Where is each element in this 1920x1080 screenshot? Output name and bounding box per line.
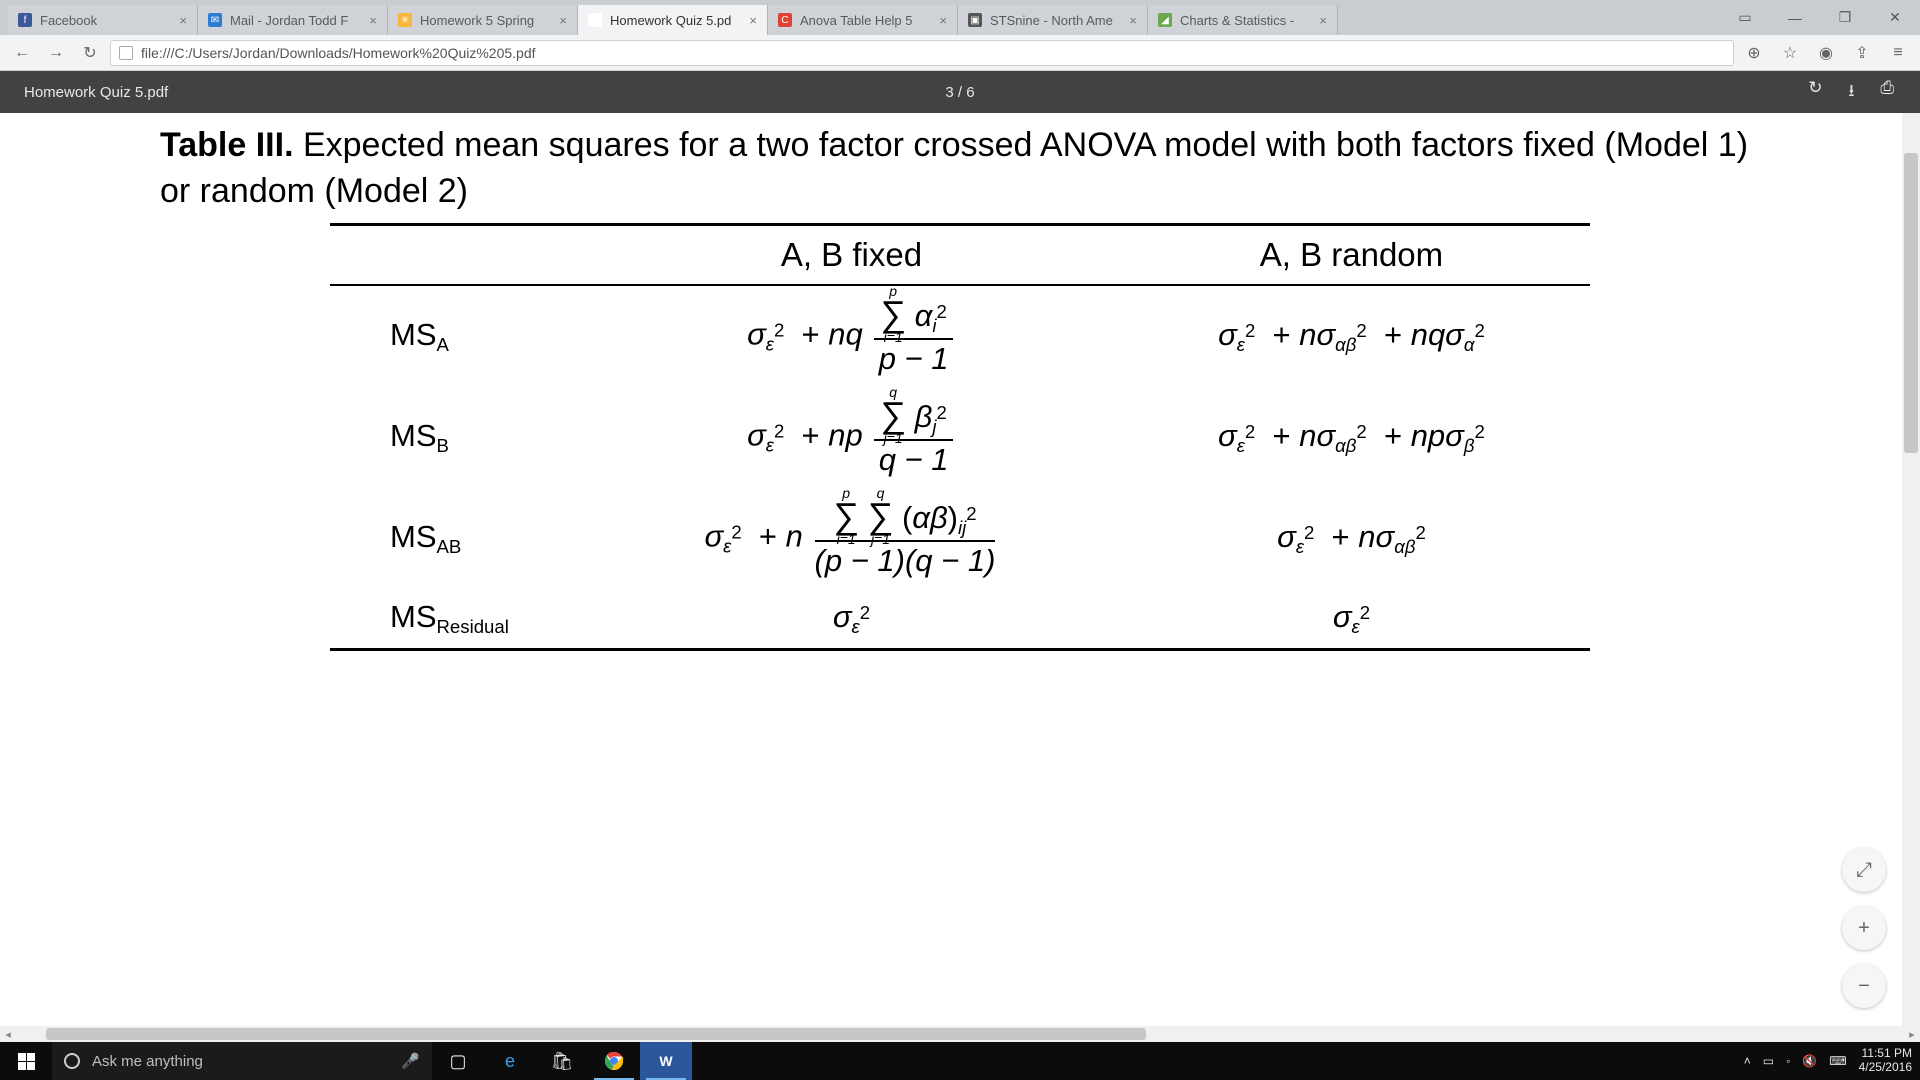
battery-icon[interactable]: ▭ bbox=[1763, 1054, 1774, 1068]
ems-table: A, B fixed A, B random MSA σε2 + nq ∑pi=… bbox=[330, 223, 1590, 651]
back-button[interactable]: ← bbox=[8, 39, 36, 67]
browser-tab[interactable]: Homework Quiz 5.pd × bbox=[578, 5, 768, 35]
table-title: Table III. Expected mean squares for a t… bbox=[160, 123, 1760, 215]
tab-favicon: ✉ bbox=[208, 13, 222, 27]
pdf-page-content: Table III. Expected mean squares for a t… bbox=[0, 113, 1920, 651]
cortana-icon bbox=[64, 1053, 80, 1069]
zoom-icon[interactable]: ⊕ bbox=[1740, 39, 1768, 67]
edge-app-icon[interactable]: e bbox=[484, 1042, 536, 1080]
tab-close-icon[interactable]: × bbox=[369, 13, 377, 28]
rotate-icon[interactable]: ↻ bbox=[1808, 78, 1822, 107]
wifi-icon[interactable]: ◦ bbox=[1786, 1054, 1790, 1068]
taskbar-apps: ▢ e 🛍 W bbox=[432, 1042, 692, 1080]
chrome-app-icon[interactable] bbox=[588, 1042, 640, 1080]
system-tray: ˄ ▭ ◦ 🔇 ⌨ 11:51 PM4/25/2016 bbox=[1744, 1047, 1920, 1075]
tab-strip: f Facebook × ✉ Mail - Jordan Todd F × ✳ Homewor… bbox=[0, 0, 1920, 35]
print-icon[interactable]: ⎙ bbox=[1880, 78, 1894, 107]
browser-tab[interactable]: f Facebook × bbox=[8, 5, 198, 35]
addr-right-icons: ⊕ ☆ ◉ ⇪ ≡ bbox=[1740, 39, 1912, 67]
col-fixed-header: A, B fixed bbox=[590, 224, 1113, 285]
store-app-icon[interactable]: 🛍 bbox=[536, 1042, 588, 1080]
menu-icon[interactable]: ≡ bbox=[1884, 39, 1912, 67]
page-icon bbox=[119, 46, 133, 60]
bookmark-star-icon[interactable]: ☆ bbox=[1776, 39, 1804, 67]
tab-favicon bbox=[588, 13, 602, 27]
tab-favicon: ◢ bbox=[1158, 13, 1172, 27]
pdf-zoom-controls: ⤢ + − bbox=[1842, 848, 1886, 1008]
tab-label: STSnine - North Ame bbox=[990, 13, 1123, 28]
tab-close-icon[interactable]: × bbox=[179, 13, 187, 28]
col-random-header: A, B random bbox=[1113, 224, 1590, 285]
keyboard-icon[interactable]: ⌨ bbox=[1829, 1054, 1846, 1068]
maximize-button[interactable]: ❐ bbox=[1820, 0, 1870, 35]
pdf-toolbar: Homework Quiz 5.pdf 3 / 6 ↻ ⭳ ⎙ bbox=[0, 71, 1920, 113]
search-placeholder: Ask me anything bbox=[92, 1053, 203, 1070]
forward-button[interactable]: → bbox=[42, 39, 70, 67]
tab-close-icon[interactable]: × bbox=[939, 13, 947, 28]
browser-tab[interactable]: ✳ Homework 5 Spring × bbox=[388, 5, 578, 35]
tab-favicon: f bbox=[18, 13, 32, 27]
windows-taskbar: Ask me anything 🎤 ▢ e 🛍 W ˄ ▭ ◦ 🔇 ⌨ 11:5… bbox=[0, 1042, 1920, 1080]
window-controls: ▭ — ❐ ✕ bbox=[1720, 0, 1920, 35]
tab-label: Charts & Statistics - bbox=[1180, 13, 1313, 28]
browser-tab[interactable]: ◢ Charts & Statistics - × bbox=[1148, 5, 1338, 35]
vertical-scrollbar[interactable] bbox=[1902, 113, 1920, 1042]
start-button[interactable] bbox=[0, 1042, 52, 1080]
volume-mute-icon[interactable]: 🔇 bbox=[1802, 1054, 1817, 1068]
tab-favicon: ✳ bbox=[398, 13, 412, 27]
tab-label: Facebook bbox=[40, 13, 173, 28]
tray-up-icon[interactable]: ˄ bbox=[1744, 1054, 1751, 1068]
row-msb: MSB σε2 + np ∑qj=1 βj2 q − 1 bbox=[330, 387, 1590, 488]
pdf-tools: ↻ ⭳ ⎙ bbox=[1808, 78, 1920, 107]
download-icon[interactable]: ⭳ bbox=[1848, 78, 1854, 107]
tab-label: Anova Table Help 5 bbox=[800, 13, 933, 28]
browser-tab[interactable]: ▣ STSnine - North Ame × bbox=[958, 5, 1148, 35]
cast-icon[interactable]: ◉ bbox=[1812, 39, 1840, 67]
browser-chrome: f Facebook × ✉ Mail - Jordan Todd F × ✳ Homewor… bbox=[0, 0, 1920, 71]
close-window-button[interactable]: ✕ bbox=[1870, 0, 1920, 35]
tab-close-icon[interactable]: × bbox=[1319, 13, 1327, 28]
tab-close-icon[interactable]: × bbox=[559, 13, 567, 28]
browser-tab[interactable]: ✉ Mail - Jordan Todd F × bbox=[198, 5, 388, 35]
address-bar[interactable]: file:///C:/Users/Jordan/Downloads/Homewo… bbox=[110, 40, 1734, 66]
pdf-viewport[interactable]: Table III. Expected mean squares for a t… bbox=[0, 113, 1920, 1042]
tab-favicon: C bbox=[778, 13, 792, 27]
zoom-out-button[interactable]: − bbox=[1842, 964, 1886, 1008]
row-msa: MSA σε2 + nq ∑pi=1 αi2 p − 1 bbox=[330, 285, 1590, 387]
windows-logo-icon bbox=[18, 1053, 35, 1070]
tab-label: Mail - Jordan Todd F bbox=[230, 13, 363, 28]
tab-close-icon[interactable]: × bbox=[1129, 13, 1137, 28]
clock[interactable]: 11:51 PM4/25/2016 bbox=[1859, 1047, 1912, 1075]
word-app-icon[interactable]: W bbox=[640, 1042, 692, 1080]
tab-favicon: ▣ bbox=[968, 13, 982, 27]
user-icon[interactable]: ▭ bbox=[1720, 0, 1770, 35]
row-msresidual: MSResidual σε2 σε2 bbox=[330, 589, 1590, 650]
tab-label: Homework 5 Spring bbox=[420, 13, 553, 28]
cortana-search[interactable]: Ask me anything 🎤 bbox=[52, 1042, 432, 1080]
fit-page-button[interactable]: ⤢ bbox=[1842, 848, 1886, 892]
pdf-page-indicator[interactable]: 3 / 6 bbox=[945, 84, 974, 101]
mic-icon[interactable]: 🎤 bbox=[401, 1052, 420, 1070]
horizontal-scrollbar[interactable]: ◂▸ bbox=[0, 1026, 1920, 1042]
zoom-in-button[interactable]: + bbox=[1842, 906, 1886, 950]
task-view-button[interactable]: ▢ bbox=[432, 1042, 484, 1080]
address-row: ← → ↻ file:///C:/Users/Jordan/Downloads/… bbox=[0, 35, 1920, 71]
url-text: file:///C:/Users/Jordan/Downloads/Homewo… bbox=[141, 45, 536, 61]
row-msab: MSAB σε2 + n ∑pi=1 ∑qj=1 (αβ)ij2 (p − 1)… bbox=[330, 488, 1590, 589]
tab-label: Homework Quiz 5.pd bbox=[610, 13, 743, 28]
extension-icon[interactable]: ⇪ bbox=[1848, 39, 1876, 67]
browser-tab[interactable]: C Anova Table Help 5 × bbox=[768, 5, 958, 35]
tab-close-icon[interactable]: × bbox=[749, 13, 757, 28]
pdf-filename: Homework Quiz 5.pdf bbox=[0, 84, 168, 101]
reload-button[interactable]: ↻ bbox=[76, 39, 104, 67]
minimize-button[interactable]: — bbox=[1770, 0, 1820, 35]
